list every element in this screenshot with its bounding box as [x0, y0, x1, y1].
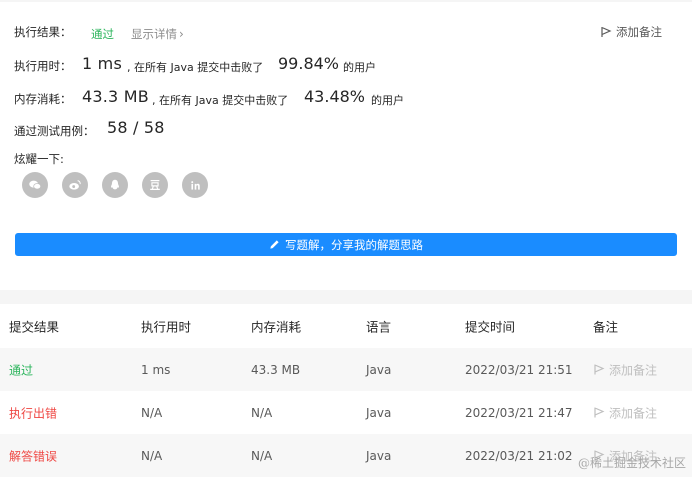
- table-header: 提交结果 执行用时 内存消耗 语言 提交时间 备注: [0, 304, 692, 348]
- status-badge: 通过: [91, 27, 114, 41]
- result-card: 执行结果： 通过 显示详情 › 添加备注 执行用时： 1 ms , 在所有 Jav…: [0, 2, 692, 290]
- tests-label: 通过测试用例：: [14, 124, 95, 138]
- row-result[interactable]: 执行出错: [9, 404, 57, 421]
- memory-users-text: 的用户: [371, 94, 404, 107]
- watermark: @稀土掘金技术社区: [577, 456, 686, 470]
- qq-icon[interactable]: [102, 172, 128, 198]
- row-result[interactable]: 解答错误: [9, 447, 57, 464]
- header-memory: 内存消耗: [251, 319, 302, 335]
- row-submit-time: 2022/03/21 21:51: [465, 362, 573, 377]
- row-submit-time: 2022/03/21 21:47: [465, 405, 573, 420]
- add-note-button[interactable]: 添加备注: [600, 24, 662, 40]
- row-memory: 43.3 MB: [251, 362, 301, 377]
- row-language: Java: [366, 448, 392, 463]
- runtime-percent: 99.84%: [278, 54, 340, 73]
- runtime-users-text: 的用户: [343, 61, 376, 74]
- header-runtime: 执行用时: [141, 319, 192, 335]
- row-language: Java: [366, 362, 392, 377]
- header-result: 提交结果: [9, 319, 60, 335]
- row-note-label: 添加备注: [609, 363, 658, 377]
- flag-icon: [601, 26, 612, 37]
- header-note: 备注: [593, 319, 619, 335]
- runtime-value: 1 ms: [82, 54, 122, 73]
- memory-percent: 43.48%: [304, 87, 366, 106]
- douban-icon[interactable]: [142, 172, 168, 198]
- chevron-right-icon: ›: [179, 27, 184, 41]
- result-label: 执行结果：: [14, 25, 72, 39]
- linkedin-icon[interactable]: [182, 172, 208, 198]
- runtime-beat-text: , 在所有 Java 提交中击败了: [127, 61, 264, 74]
- wechat-icon[interactable]: [22, 172, 48, 198]
- flag-icon: [594, 364, 605, 375]
- row-runtime: N/A: [141, 405, 163, 420]
- header-submit-time: 提交时间: [465, 319, 516, 335]
- flag-icon: [594, 407, 605, 418]
- row-memory: N/A: [251, 448, 273, 463]
- row-runtime: 1 ms: [141, 362, 171, 377]
- memory-value: 43.3 MB: [82, 87, 149, 106]
- add-note-label: 添加备注: [616, 25, 662, 39]
- header-language: 语言: [366, 319, 392, 335]
- row-language: Java: [366, 405, 392, 420]
- write-solution-button[interactable]: 写题解，分享我的解题思路: [15, 233, 677, 256]
- pencil-icon: [270, 240, 279, 249]
- show-details-label: 显示详情: [131, 27, 177, 41]
- row-add-note-button[interactable]: 添加备注: [593, 361, 657, 378]
- share-label: 炫耀一下:: [14, 152, 64, 166]
- weibo-icon[interactable]: [62, 172, 88, 198]
- share-icons: [22, 172, 208, 198]
- submissions-table: 提交结果 执行用时 内存消耗 语言 提交时间 备注 通过 1 ms 43.3 M…: [0, 304, 692, 477]
- row-memory: N/A: [251, 405, 273, 420]
- table-row[interactable]: 执行出错 N/A N/A Java 2022/03/21 21:47 添加备注: [0, 391, 692, 434]
- row-runtime: N/A: [141, 448, 163, 463]
- tests-value: 58 / 58: [107, 118, 165, 137]
- runtime-label: 执行用时：: [14, 59, 72, 73]
- row-result[interactable]: 通过: [9, 361, 33, 378]
- memory-label: 内存消耗：: [14, 92, 72, 106]
- table-row[interactable]: 通过 1 ms 43.3 MB Java 2022/03/21 21:51 添加…: [0, 348, 692, 391]
- row-note-label: 添加备注: [609, 406, 658, 420]
- row-submit-time: 2022/03/21 21:02: [465, 448, 573, 463]
- row-add-note-button[interactable]: 添加备注: [593, 404, 657, 421]
- show-details-link[interactable]: 显示详情 ›: [131, 26, 184, 42]
- write-solution-label: 写题解，分享我的解题思路: [285, 237, 423, 252]
- memory-beat-text: , 在所有 Java 提交中击败了: [152, 94, 289, 107]
